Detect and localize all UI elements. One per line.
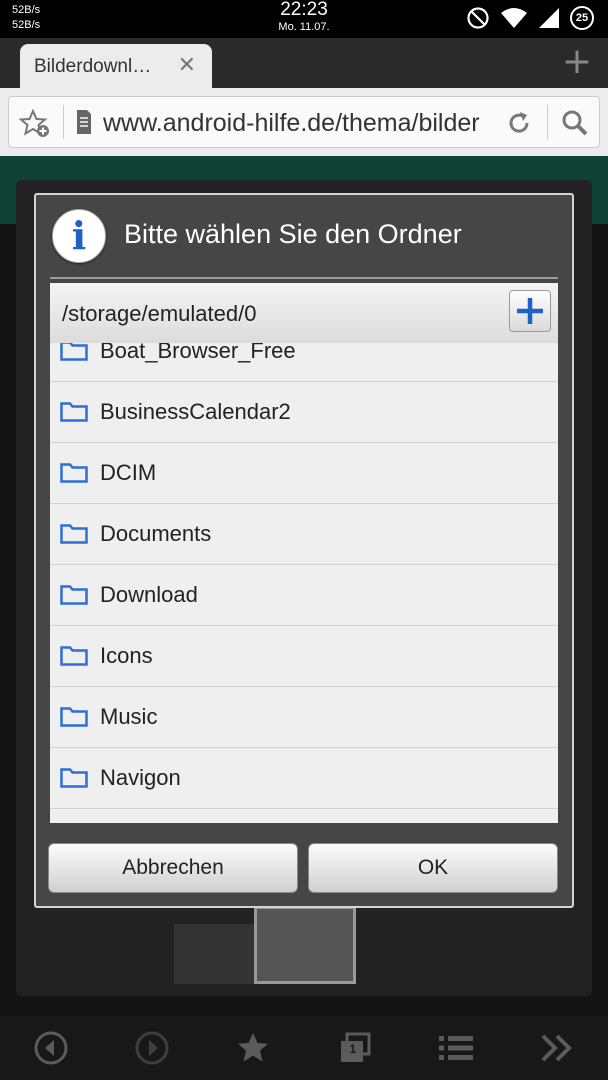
list-item[interactable]: Download	[50, 565, 558, 626]
dialog-header: i Bitte wählen Sie den Ordner	[36, 195, 572, 275]
tab-strip: Bilderdownl… ✕ +	[0, 38, 608, 88]
reload-icon[interactable]	[505, 109, 533, 137]
address-field[interactable]: www.android-hilfe.de/thema/bilder	[8, 96, 600, 148]
wifi-icon	[501, 8, 527, 28]
folder-icon	[60, 463, 88, 483]
bookmarks-button[interactable]	[223, 1018, 283, 1078]
thumbnail-image	[254, 906, 356, 984]
tabs-count: 1	[349, 1042, 357, 1056]
tabs-button[interactable]: 1	[325, 1018, 385, 1078]
current-path: /storage/emulated/0	[62, 301, 257, 326]
folder-label: Download	[100, 582, 198, 607]
folder-chooser-dialog: i Bitte wählen Sie den Ordner /storage/e…	[34, 193, 574, 908]
folder-label: Navigon	[100, 765, 181, 790]
folder-icon	[60, 585, 88, 605]
list-item[interactable]: DCIM	[50, 443, 558, 504]
list-item[interactable]: Boat_Browser_Free	[50, 343, 558, 382]
tab-title: Bilderdownl…	[34, 56, 152, 77]
list-item[interactable]	[50, 809, 558, 823]
ok-button[interactable]: OK	[308, 843, 558, 893]
folder-label: Documents	[100, 521, 212, 546]
menu-button[interactable]	[426, 1018, 486, 1078]
browser-tab[interactable]: Bilderdownl… ✕	[20, 44, 212, 88]
list-item[interactable]: Navigon	[50, 748, 558, 809]
thumbnail-image	[174, 924, 264, 984]
bottom-navigation: 1	[0, 1016, 608, 1080]
signal-icon	[539, 8, 559, 28]
page-document-icon	[77, 110, 91, 134]
folder-list[interactable]: Boat_Browser_Free BusinessCalendar2 DCIM…	[50, 343, 558, 823]
forward-button[interactable]	[122, 1018, 182, 1078]
url-text[interactable]: www.android-hilfe.de/thema/bilder	[103, 109, 489, 138]
dialog-title: Bitte wählen Sie den Ordner	[124, 219, 462, 249]
folder-icon	[60, 524, 88, 544]
star-icon	[238, 1033, 269, 1062]
list-item[interactable]: BusinessCalendar2	[50, 382, 558, 443]
folder-label: BusinessCalendar2	[100, 399, 291, 424]
list-item[interactable]: Music	[50, 687, 558, 748]
more-button[interactable]	[527, 1018, 587, 1078]
info-icon: i	[52, 209, 106, 263]
folder-icon	[60, 707, 88, 727]
folder-label: Icons	[100, 643, 153, 668]
back-icon	[34, 1031, 68, 1065]
back-button[interactable]	[21, 1018, 81, 1078]
bookmark-add-icon[interactable]	[19, 109, 51, 139]
new-tab-button[interactable]: +	[562, 44, 592, 80]
menu-list-icon	[438, 1036, 473, 1060]
search-icon[interactable]	[561, 109, 589, 137]
tab-close-icon[interactable]: ✕	[178, 53, 196, 78]
folder-label: Music	[100, 704, 158, 729]
forward-icon	[135, 1031, 169, 1065]
battery-level: 25	[575, 12, 589, 24]
cancel-button[interactable]: Abbrechen	[48, 843, 298, 893]
battery-icon: 25	[570, 6, 594, 30]
double-chevron-right-icon	[541, 1034, 573, 1062]
divider	[50, 277, 558, 279]
path-bar: /storage/emulated/0	[50, 283, 558, 343]
list-item[interactable]: Documents	[50, 504, 558, 565]
status-bar: 52B/s 52B/s 22:23 Mo. 11.07. 25	[0, 0, 608, 38]
folder-icon	[60, 768, 88, 788]
list-item[interactable]: Icons	[50, 626, 558, 687]
folder-label: DCIM	[100, 460, 157, 485]
folder-label: Boat_Browser_Free	[100, 343, 296, 363]
info-glyph: i	[71, 213, 87, 258]
folder-icon	[60, 402, 88, 422]
do-not-disturb-icon	[467, 7, 489, 29]
folder-icon	[60, 646, 88, 666]
folder-icon	[60, 343, 88, 361]
plus-icon	[517, 298, 543, 324]
add-folder-button[interactable]	[509, 290, 551, 332]
url-bar: www.android-hilfe.de/thema/bilder	[0, 88, 608, 156]
